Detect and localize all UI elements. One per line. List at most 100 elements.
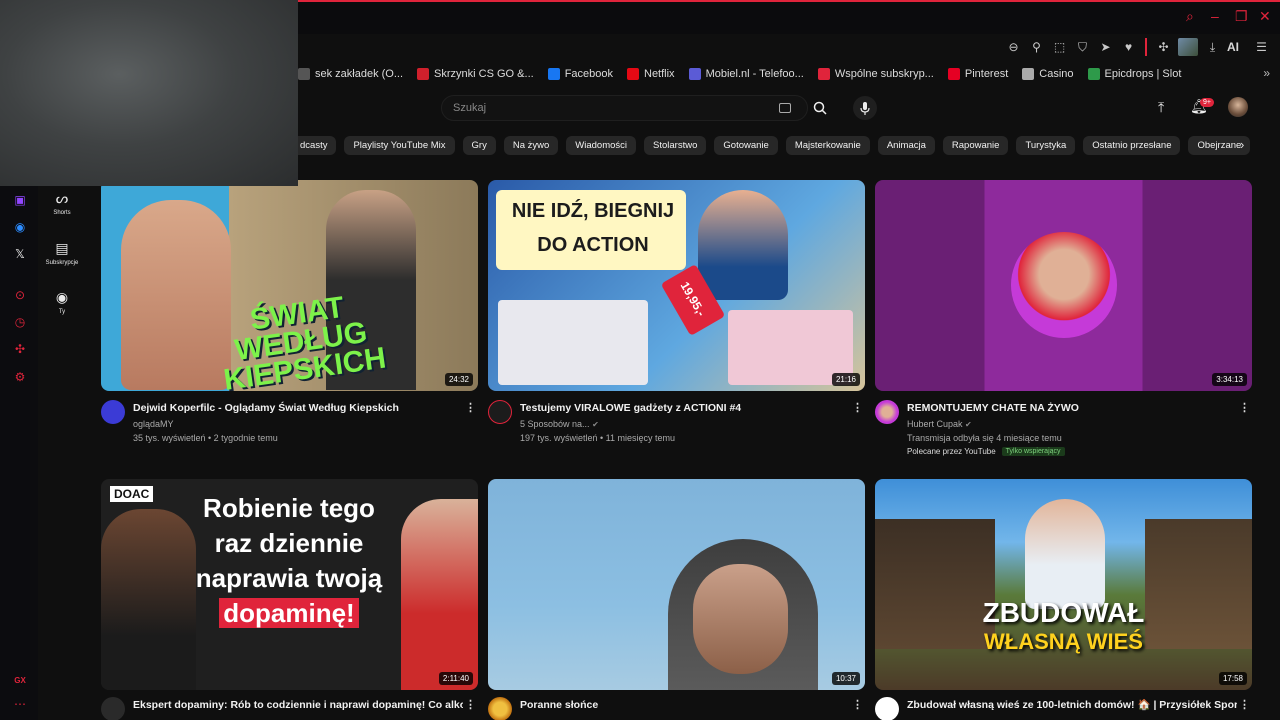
- thumbnail-text: NIE IDŹ, BIEGNIJ DO ACTION: [511, 200, 675, 256]
- bookmark-item[interactable]: Netflix: [627, 68, 675, 80]
- gx-label[interactable]: GX: [12, 672, 28, 688]
- keyboard-icon[interactable]: [779, 103, 791, 113]
- video-title[interactable]: REMONTUJEMY CHATE NA ŻYWO: [907, 401, 1237, 415]
- chip-8[interactable]: Animacja: [877, 135, 935, 155]
- video-duration: 24:32: [444, 373, 473, 386]
- channel-avatar[interactable]: [875, 400, 899, 424]
- channel-name[interactable]: 5 Sposobów na...: [520, 419, 590, 429]
- more-actions-icon[interactable]: ⋮: [1239, 401, 1250, 414]
- maximize-button[interactable]: ❐: [1235, 8, 1248, 25]
- bookmark-item[interactable]: Facebook: [547, 68, 613, 80]
- chip-4[interactable]: Wiadomości: [566, 135, 637, 155]
- guide-subscriptions[interactable]: ▤ Subskrypcje: [38, 240, 86, 266]
- channel-avatar[interactable]: [488, 697, 512, 720]
- chip-6[interactable]: Gotowanie: [714, 135, 778, 155]
- video-title[interactable]: Ekspert dopaminy: Rób to codziennie i na…: [133, 698, 463, 712]
- video-thumbnail[interactable]: ŚWIAT WEDŁUG KIEPSKICH 24:32: [101, 180, 478, 391]
- search-tabs-icon[interactable]: ⌕: [1186, 8, 1194, 25]
- send-icon[interactable]: ➤: [1097, 39, 1114, 56]
- bookmark-item[interactable]: sek zakładek (O...: [298, 68, 403, 80]
- recommendation-row: Polecane przez YouTube Tylko wspierający: [907, 447, 1065, 456]
- x-twitter-icon[interactable]: 𝕏: [12, 246, 28, 262]
- more-actions-icon[interactable]: ⋮: [1239, 698, 1250, 711]
- extensions-icon[interactable]: ✣: [12, 341, 28, 357]
- chip-3[interactable]: Na żywo: [503, 135, 559, 155]
- guide-you[interactable]: ◉ Ty: [38, 289, 86, 315]
- twitch-icon[interactable]: ▣: [12, 192, 28, 208]
- player-icon[interactable]: ⊙: [12, 287, 28, 303]
- video-title[interactable]: Dejwid Koperfilc - Oglądamy Świat Według…: [133, 401, 463, 415]
- channel-avatar[interactable]: [101, 697, 125, 720]
- chip-5[interactable]: Stolarstwo: [644, 135, 707, 155]
- settings-icon[interactable]: ⚙: [12, 369, 28, 385]
- more-actions-icon[interactable]: ⋮: [852, 401, 863, 414]
- heart-icon[interactable]: ♥: [1120, 39, 1137, 56]
- chip-0[interactable]: dcasty: [298, 135, 337, 155]
- video-title[interactable]: Zbudował własną wieś ze 100-letnich domó…: [907, 698, 1237, 712]
- bookmarks-more-icon[interactable]: »: [1263, 66, 1270, 80]
- download-icon[interactable]: ⤓: [1204, 39, 1221, 56]
- chip-2[interactable]: Gry: [462, 135, 496, 155]
- more-actions-icon[interactable]: ⋮: [465, 698, 476, 711]
- chip-11[interactable]: Ostatnio przesłane: [1083, 135, 1181, 155]
- video-thumbnail[interactable]: 3:34:13: [875, 180, 1252, 391]
- thumbnail-line: raz dziennie: [214, 528, 364, 558]
- extensions-icon[interactable]: ✣: [1155, 39, 1172, 56]
- video-title[interactable]: Testujemy VIRALOWE gadżety z ACTIONI #4: [520, 401, 850, 415]
- bookmark-item[interactable]: Casino: [1022, 68, 1074, 80]
- chip-1[interactable]: Playlisty YouTube Mix: [344, 135, 455, 155]
- video-title[interactable]: Poranne słońce: [520, 698, 850, 712]
- gx-sidebar: ▣ ◉ 𝕏 ⊙ ◷ ✣ ⚙ GX ⋯: [0, 186, 38, 720]
- search-input[interactable]: Szukaj: [441, 95, 808, 121]
- video-thumbnail[interactable]: ZBUDOWAŁ WŁASNĄ WIEŚ 17:58: [875, 479, 1252, 690]
- chip-9[interactable]: Rapowanie: [942, 135, 1009, 155]
- bookmark-label: Mobiel.nl - Telefoo...: [705, 68, 804, 80]
- bookmark-item[interactable]: Epicdrops | Slot: [1087, 68, 1181, 80]
- create-upload-icon[interactable]: ⤒: [1158, 99, 1164, 116]
- bookmark-item[interactable]: Skrzynki CS GO &...: [417, 68, 534, 80]
- pin-icon[interactable]: ⚲: [1028, 39, 1045, 56]
- channel-name[interactable]: oglądaMY: [133, 419, 174, 429]
- more-actions-icon[interactable]: ⋮: [852, 698, 863, 711]
- thumbnail-line: naprawia twoją: [195, 563, 383, 593]
- ai-button[interactable]: AI: [1227, 40, 1239, 54]
- video-thumbnail[interactable]: NIE IDŹ, BIEGNIJ DO ACTION 19,95,- 21:16: [488, 180, 865, 391]
- thumbnail-line: dopaminę!: [179, 596, 399, 631]
- channel-avatar[interactable]: [488, 400, 512, 424]
- guide-label: Ty: [58, 309, 66, 315]
- you-icon: ◉: [55, 289, 69, 305]
- bookmark-favicon-icon: [1087, 68, 1100, 80]
- minimize-button[interactable]: –: [1211, 8, 1219, 24]
- bookmark-item[interactable]: Wspólne subskryp...: [817, 68, 934, 80]
- video-duration: 17:58: [1218, 672, 1247, 685]
- browser-window: ⌕ – ❐ ✕ ⊖ ⚲ ⬚ ⛉ ➤ ♥ ✣ ⤓ AI ☰ sek zakłade…: [0, 0, 1280, 720]
- more-actions-icon[interactable]: ⋮: [465, 401, 476, 414]
- more-icon[interactable]: ⋯: [12, 696, 28, 712]
- bookmark-label: Skrzynki CS GO &...: [434, 68, 534, 80]
- snapshot-icon[interactable]: ⬚: [1051, 39, 1068, 56]
- channel-avatar[interactable]: [875, 697, 899, 720]
- verified-icon: ✔: [592, 420, 599, 429]
- history-icon[interactable]: ◷: [12, 314, 28, 330]
- bookmark-item[interactable]: Mobiel.nl - Telefoo...: [688, 68, 804, 80]
- chip-7[interactable]: Majsterkowanie: [785, 135, 870, 155]
- chip-10[interactable]: Turystyka: [1016, 135, 1076, 155]
- video-duration: 21:16: [831, 373, 860, 386]
- shield-icon[interactable]: ⛉: [1074, 39, 1091, 56]
- channel-avatar[interactable]: [101, 400, 125, 424]
- chips-next-icon[interactable]: ›: [1240, 137, 1244, 152]
- video-thumbnail[interactable]: 10:37: [488, 479, 865, 690]
- video-thumbnail[interactable]: DOAC Robienie tego raz dziennie naprawia…: [101, 479, 478, 690]
- bookmark-item[interactable]: Pinterest: [947, 68, 1008, 80]
- close-button[interactable]: ✕: [1259, 8, 1271, 25]
- guide-shorts[interactable]: ᔕ Shorts: [38, 190, 86, 216]
- search-button[interactable]: [808, 95, 832, 121]
- messenger-icon[interactable]: ◉: [12, 219, 28, 235]
- profile-thumbnail[interactable]: [1178, 38, 1198, 56]
- voice-search-button[interactable]: [853, 96, 877, 120]
- menu-icon[interactable]: ☰: [1253, 39, 1270, 56]
- guide-label: Subskrypcje: [45, 260, 79, 266]
- channel-name[interactable]: Hubert Cupak: [907, 419, 963, 429]
- zoom-icon[interactable]: ⊖: [1005, 39, 1022, 56]
- account-avatar[interactable]: [1228, 97, 1248, 117]
